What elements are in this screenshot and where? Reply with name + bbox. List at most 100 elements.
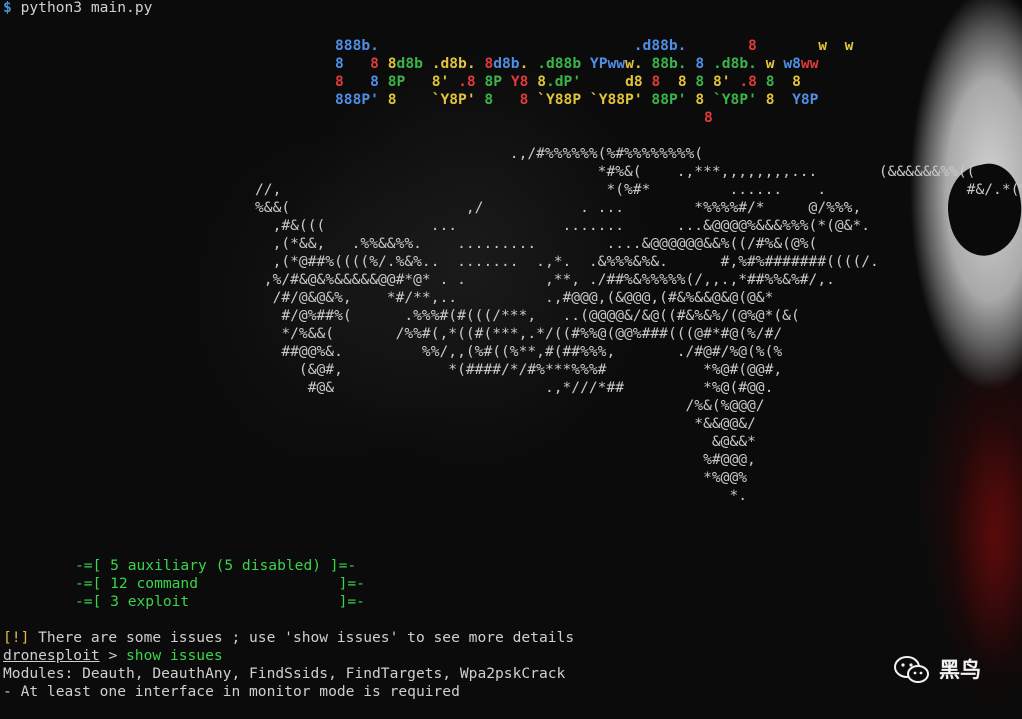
ascii-art-line: (&@#, *(####/*/#%***%%%# *%@#(@@#,	[255, 361, 783, 378]
logo-glyph	[704, 55, 713, 72]
logo-glyph: `Y88P'	[589, 91, 643, 108]
logo-glyph	[397, 91, 432, 108]
command-line: $ python3 main.py	[3, 0, 152, 17]
command-text: python3 main.py	[20, 0, 153, 16]
logo-glyph: 8P	[484, 73, 503, 90]
logo-glyph	[379, 91, 388, 108]
logo-glyph: 8'	[431, 73, 450, 90]
logo-glyph	[581, 91, 590, 108]
logo-glyph: .d88b	[537, 55, 582, 72]
logo-glyph: d8b	[493, 55, 520, 72]
logo-glyph	[528, 91, 537, 108]
watermark: 黑鸟	[893, 655, 981, 685]
logo-glyph: 8	[695, 73, 705, 90]
logo-glyph: 8	[651, 73, 661, 90]
ascii-art-line: &@&&*	[255, 433, 756, 450]
console-input[interactable]: show issues	[126, 647, 223, 664]
modules-line: Modules: Deauth, DeauthAny, FindSsids, F…	[3, 665, 566, 682]
logo-glyph	[423, 55, 432, 72]
logo-glyph: 8	[747, 37, 757, 54]
logo-glyph	[757, 91, 766, 108]
logo-glyph	[405, 73, 431, 90]
logo-glyph: 8	[537, 73, 546, 90]
logo-glyph: 8	[695, 55, 705, 72]
ascii-art-line: ,(*@##%((((%/.%&%.. ....... .,*. .&%%%&%…	[255, 253, 879, 270]
ascii-art-line: *%@@%	[255, 469, 748, 486]
logo-glyph: ww	[800, 55, 819, 72]
logo-glyph	[379, 55, 388, 72]
logo-glyph	[449, 73, 458, 90]
logo-glyph: `Y8P'	[431, 91, 476, 108]
logo-glyph	[344, 73, 370, 90]
ascii-art-line: */%&&( /%%#(,*((#(***,.*/((#%%@(@@%###((…	[255, 325, 783, 342]
logo-glyph: w	[765, 55, 775, 72]
ascii-art: .,/#%%%%%%(%#%%%%%%%%( *#%&( .,***,,,,,,…	[255, 145, 1022, 505]
warning-tag: [!]	[3, 629, 30, 646]
logo-glyph: w	[818, 37, 828, 54]
logo-glyph: .8	[458, 73, 476, 90]
logo-glyph: .8	[739, 73, 757, 90]
logo-glyph: .d8b.	[713, 55, 757, 72]
logo-glyph: 8	[484, 55, 494, 72]
module-count-command: -=[ 12 command ]=-	[75, 575, 365, 592]
logo-glyph: 8	[335, 55, 344, 72]
ascii-art-line: ##@@%&. %%/,,(%#((%**,#(##%%%, ./#@#/%@(…	[255, 343, 783, 360]
ascii-art-line: //, *(%#* ...... . #&/.*(%%(/,.	[255, 181, 1022, 198]
requirement-line: - At least one interface in monitor mode…	[3, 683, 460, 700]
logo-glyph	[827, 37, 845, 54]
module-summary: -=[ 5 auxiliary (5 disabled) ]=- -=[ 12 …	[75, 557, 365, 611]
logo-glyph	[344, 55, 370, 72]
logo-glyph	[704, 73, 713, 90]
ascii-art-line: /%&(%@@@/	[255, 397, 765, 414]
module-count-exploit: -=[ 3 exploit ]=-	[75, 593, 365, 610]
logo-glyph	[581, 55, 590, 72]
logo-glyph: d8	[625, 73, 643, 90]
logo-glyph	[686, 37, 748, 54]
logo-glyph: 8	[765, 73, 775, 90]
logo-glyph: 888b.	[335, 37, 379, 54]
ascii-art-line: ,#&((( ... ....... ...&@@@@%&&&%%%(*(@&*…	[255, 217, 871, 234]
ascii-art-line: #@& .,*///*## *%@(#@@.	[255, 379, 774, 396]
ascii-art-line: /#/@&@&%, *#/**,.. .,#@@@,(&@@@,(#&%&&@&…	[255, 289, 774, 306]
logo-glyph	[660, 73, 678, 90]
ascii-art-line: %&&( ,/ . ... *%%%%#/* @/%%%,	[255, 199, 862, 216]
logo-glyph	[493, 91, 519, 108]
logo-glyph	[757, 73, 766, 90]
logo-glyph: .dP'	[545, 73, 582, 90]
logo-glyph: w8	[783, 55, 801, 72]
logo-glyph: .d8b.	[431, 55, 476, 72]
logo-glyph: d8b	[396, 55, 423, 72]
logo-glyph: `Y8P'	[712, 91, 757, 108]
logo-glyph	[757, 55, 766, 72]
logo-glyph: 88b.	[651, 55, 687, 72]
logo-glyph	[775, 91, 793, 108]
logo-glyph: YPww	[589, 55, 626, 72]
logo-glyph: w.	[625, 55, 643, 72]
logo-glyph: 8	[765, 91, 775, 108]
logo-glyph: 8	[335, 73, 344, 90]
logo-glyph	[757, 37, 819, 54]
logo-glyph: 8'	[713, 73, 731, 90]
logo-glyph: 8	[792, 73, 801, 90]
ascii-art-line: ,(*&&, .%%&&%%. ......... ....&@@@@@@&&%…	[255, 235, 818, 252]
logo-glyph	[502, 73, 511, 90]
warning-message: There are some issues ; use 'show issues…	[29, 629, 575, 646]
logo-glyph: Y8P	[792, 91, 819, 108]
ascii-art-line: .,/#%%%%%%(%#%%%%%%%%(	[255, 145, 704, 162]
ascii-art-line: ,%/#&@&%&&&&&@@#*@* . . ,**, ./##%&%%%%%…	[255, 271, 835, 288]
logo-glyph	[379, 73, 388, 90]
logo-glyph: Y8	[510, 73, 529, 90]
logo-glyph: 8	[695, 91, 705, 108]
dronesploit-logo: 888b. .d88b. 8 w w 8 8 8d8b .d8b. 8d8b. …	[335, 37, 853, 127]
logo-glyph	[528, 55, 537, 72]
logo-glyph: 8	[704, 109, 713, 126]
logo-glyph	[581, 73, 625, 90]
ascii-art-line: *&&@@&/	[255, 415, 756, 432]
logo-glyph: 88P'	[651, 91, 687, 108]
logo-glyph: 8P	[387, 73, 406, 90]
logo-glyph: w	[844, 37, 854, 54]
logo-glyph: 8	[677, 73, 687, 90]
logo-glyph: .d88b.	[633, 37, 687, 54]
issues-output: [!] There are some issues ; use 'show is…	[3, 629, 574, 701]
logo-glyph	[335, 109, 704, 126]
